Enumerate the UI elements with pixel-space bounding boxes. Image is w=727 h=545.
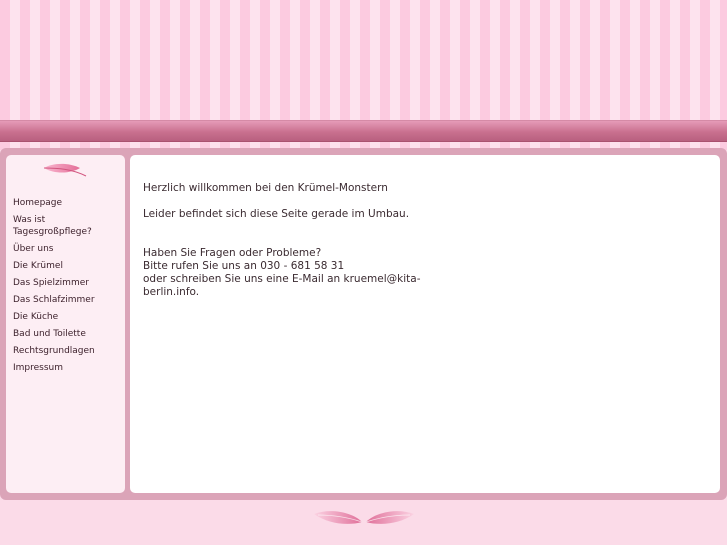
nav-item-tagesgrosspflege[interactable]: Was ist Tagesgroßpflege? (13, 214, 123, 238)
header-band (0, 120, 727, 142)
questions-text: Haben Sie Fragen oder Probleme? (143, 247, 322, 259)
sidebar-nav: Homepage Was ist Tagesgroßpflege? Über u… (13, 197, 123, 379)
nav-item-ueber-uns[interactable]: Über uns (13, 243, 123, 255)
nav-item-rechtsgrundlagen[interactable]: Rechtsgrundlagen (13, 345, 123, 357)
content-text: Herzlich willkommen bei den Krümel-Monst… (143, 182, 433, 299)
umbau-text: Leider befindet sich diese Seite gerade … (143, 208, 410, 220)
nav-item-impressum[interactable]: Impressum (13, 362, 123, 374)
nav-item-kueche[interactable]: Die Küche (13, 311, 123, 323)
nav-item-schlafzimmer[interactable]: Das Schlafzimmer (13, 294, 123, 306)
nav-item-homepage[interactable]: Homepage (13, 197, 123, 209)
email-text: oder schreiben Sie uns eine E-Mail an kr… (143, 273, 421, 298)
phone-text: Bitte rufen Sie uns an 030 - 681 58 31 (143, 260, 345, 272)
nav-item-spielzimmer[interactable]: Das Spielzimmer (13, 277, 123, 289)
nav-item-kruemel[interactable]: Die Krümel (13, 260, 123, 272)
feather-icon (43, 163, 87, 177)
wings-icon (314, 511, 414, 524)
welcome-text: Herzlich willkommen bei den Krümel-Monst… (143, 182, 388, 194)
nav-item-bad-toilette[interactable]: Bad und Toilette (13, 328, 123, 340)
